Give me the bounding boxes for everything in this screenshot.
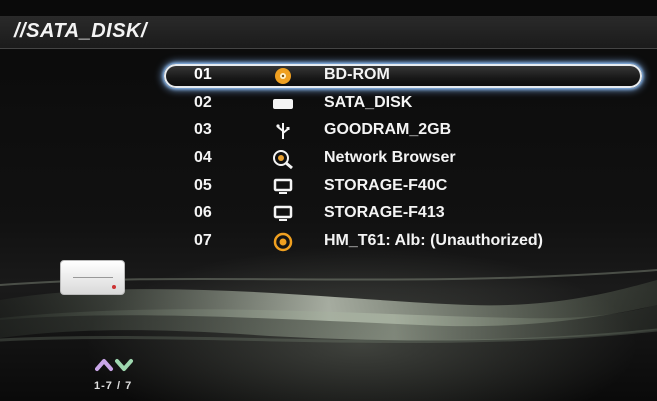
list-item-hm-t61[interactable]: 07 HM_T61: Alb: (Unauthorized) [164,230,642,254]
page-counter: 1-7 / 7 [94,380,133,392]
monitor-icon [272,177,294,197]
media-player-screen: //SATA_DISK/ 01 BD-ROM 02 SATA_DISK 03 G… [0,0,657,401]
item-label: HM_T61: Alb: (Unauthorized) [324,232,543,249]
list-item-storage-f40c[interactable]: 05 STORAGE-F40C [164,175,642,199]
network-search-icon [272,149,294,169]
source-list: 01 BD-ROM 02 SATA_DISK 03 GOODRAM_2GB 04 [0,0,657,401]
list-item-network-browser[interactable]: 04 Network Browser [164,147,642,171]
media-server-icon [272,232,294,252]
list-item-storage-f413[interactable]: 06 STORAGE-F413 [164,202,642,226]
item-label: STORAGE-F40C [324,177,448,194]
item-number: 06 [194,204,212,221]
item-label: STORAGE-F413 [324,204,445,221]
usb-icon [272,121,294,141]
storage-device-icon [60,260,125,295]
list-item-sata-disk[interactable]: 02 SATA_DISK [164,92,642,116]
disc-icon [272,66,294,86]
monitor-icon [272,204,294,224]
item-number: 04 [194,149,212,166]
item-label: Network Browser [324,149,456,166]
scroll-down-icon[interactable] [115,359,133,371]
scroll-arrows [95,359,133,371]
item-number: 07 [194,232,212,249]
list-item-goodram[interactable]: 03 GOODRAM_2GB [164,119,642,143]
item-number: 03 [194,121,212,138]
item-number: 01 [194,66,212,83]
hard-disk-icon [272,94,294,114]
item-label: SATA_DISK [324,94,413,111]
list-item-bd-rom[interactable]: 01 BD-ROM [164,64,642,88]
item-number: 05 [194,177,212,194]
item-number: 02 [194,94,212,111]
item-label: BD-ROM [324,66,390,83]
scroll-up-icon[interactable] [95,359,113,371]
item-label: GOODRAM_2GB [324,121,452,138]
